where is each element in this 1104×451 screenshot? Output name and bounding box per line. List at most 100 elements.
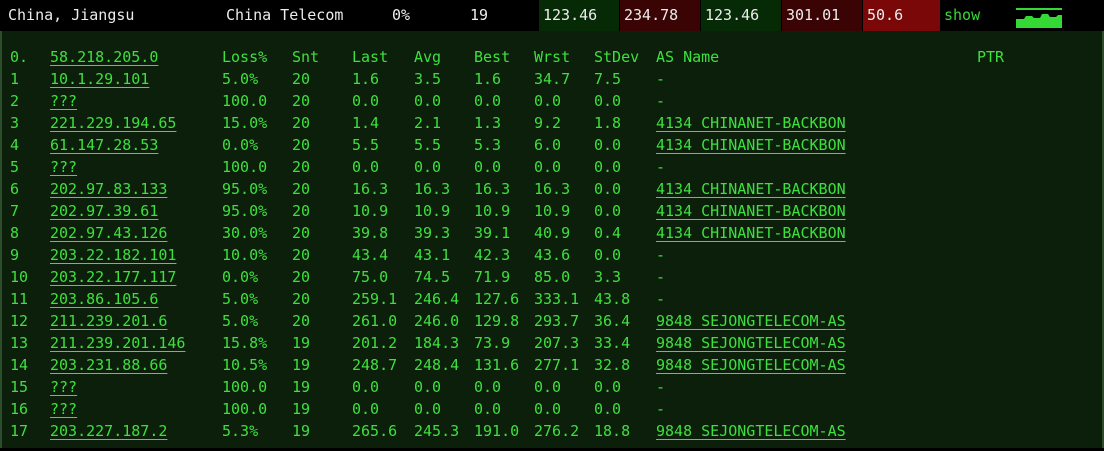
hop-avg: 0.0	[414, 400, 442, 418]
hop-index: 12	[10, 312, 29, 330]
header-avg: Avg	[414, 48, 442, 66]
hop-index: 16	[10, 400, 29, 418]
hop-host-link[interactable]: ???	[50, 90, 77, 112]
hop-avg: 2.1	[414, 114, 442, 132]
hop-row: 15??? 100.0 19 0.0 0.0 0.0 0.0 0.0 -	[2, 376, 1102, 398]
hop-index: 14	[10, 356, 29, 374]
hop-avg: 246.0	[414, 312, 460, 330]
hop-host-link[interactable]: 61.147.28.53	[50, 134, 158, 156]
hop-stdev: 0.0	[594, 136, 622, 154]
hop-row: 6 202.97.83.133 95.0% 20 16.3 16.3 16.3 16.3 0.0…	[2, 178, 1102, 200]
hop-loss: 5.0%	[222, 70, 259, 88]
hop-snt: 19	[292, 334, 311, 352]
hop-as-link[interactable]: 9848 SEJONGTELECOM-AS	[656, 332, 846, 354]
hop-host-link[interactable]: 221.229.194.65	[50, 112, 176, 134]
hop-host-link[interactable]: 203.227.187.2	[50, 420, 167, 442]
hop-last: 43.4	[352, 246, 389, 264]
hop-wrst: 34.7	[534, 70, 571, 88]
hop-wrst: 0.0	[534, 378, 562, 396]
hop-stdev: 1.8	[594, 114, 622, 132]
hop-host-link[interactable]: ???	[50, 376, 77, 398]
hop-best: 16.3	[474, 180, 511, 198]
hop-as-link[interactable]: 4134 CHINANET-BACKBON	[656, 222, 846, 244]
hop-host-link[interactable]: 211.239.201.146	[50, 332, 185, 354]
hop-loss: 10.0%	[222, 246, 268, 264]
hop-loss: 100.0	[222, 92, 268, 110]
hop-avg: 10.9	[414, 202, 451, 220]
hop-avg: 16.3	[414, 180, 451, 198]
hop-loss: 100.0	[222, 378, 268, 396]
hop-as-link[interactable]: 4134 CHINANET-BACKBON	[656, 134, 846, 156]
hop-as-link[interactable]: 9848 SEJONGTELECOM-AS	[656, 420, 846, 442]
hop-host-link[interactable]: 203.22.182.101	[50, 244, 176, 266]
hop-snt: 20	[292, 290, 311, 308]
hop-as-link[interactable]: 9848 SEJONGTELECOM-AS	[656, 310, 846, 332]
hop-host-link[interactable]: 10.1.29.101	[50, 68, 149, 90]
hop-best: 131.6	[474, 356, 520, 374]
hop-best: 0.0	[474, 158, 502, 176]
hop-row: 17 203.227.187.2 5.3% 19 265.6 245.3 191.0 276.…	[2, 420, 1102, 442]
hop-stdev: 43.8	[594, 290, 631, 308]
hop-as-link[interactable]: 4134 CHINANET-BACKBON	[656, 112, 846, 134]
hop-wrst: 10.9	[534, 202, 571, 220]
hop-row: 5??? 100.0 20 0.0 0.0 0.0 0.0 0.0 -	[2, 156, 1102, 178]
hop-loss: 0.0%	[222, 136, 259, 154]
hop-as-name: -	[656, 378, 666, 396]
header-last: Last	[352, 48, 389, 66]
hop-best: 0.0	[474, 378, 502, 396]
hop-last: 0.0	[352, 158, 380, 176]
hop-best: 0.0	[474, 400, 502, 418]
hop-index: 3	[10, 114, 20, 132]
hop-snt: 20	[292, 312, 311, 330]
hop-index: 1	[10, 70, 20, 88]
header-snt: Snt	[292, 48, 320, 66]
hop-last: 265.6	[352, 422, 398, 440]
show-link[interactable]: show	[944, 0, 980, 31]
hop-loss: 95.0%	[222, 202, 268, 220]
hop-last: 75.0	[352, 268, 389, 286]
hop-wrst: 0.0	[534, 92, 562, 110]
hop-stdev: 0.0	[594, 180, 622, 198]
hop-as-name: -	[656, 400, 666, 418]
hop-avg: 3.5	[414, 70, 442, 88]
hop-wrst: 277.1	[534, 356, 580, 374]
hop-wrst: 333.1	[534, 290, 580, 308]
hop-stdev: 0.0	[594, 202, 622, 220]
hop-as-link[interactable]: 4134 CHINANET-BACKBON	[656, 200, 846, 222]
hop-index: 6	[10, 180, 20, 198]
hop-host-link[interactable]: 203.86.105.6	[50, 288, 158, 310]
hop-loss: 100.0	[222, 158, 268, 176]
hop-host-link[interactable]: 202.97.43.126	[50, 222, 167, 244]
mtr-header-row: 0. 58.218.205.0 Loss% Snt Last Avg Best …	[2, 46, 1102, 68]
hop-snt: 19	[292, 400, 311, 418]
summary-loss: 0%	[392, 6, 411, 24]
hop-snt: 19	[292, 356, 311, 374]
hop-stdev: 36.4	[594, 312, 631, 330]
hop-last: 16.3	[352, 180, 389, 198]
hop-best: 191.0	[474, 422, 520, 440]
hop-host-link[interactable]: 211.239.201.6	[50, 310, 167, 332]
hop-host-link[interactable]: 202.97.39.61	[50, 200, 158, 222]
hop-as-name: -	[656, 268, 666, 286]
hop-avg: 246.4	[414, 290, 460, 308]
hop-wrst: 16.3	[534, 180, 571, 198]
hop-stdev: 18.8	[594, 422, 631, 440]
hop-as-link[interactable]: 9848 SEJONGTELECOM-AS	[656, 354, 846, 376]
summary-stdev: 50.6	[863, 0, 940, 31]
header-as-name: AS Name	[656, 48, 720, 66]
header-loss: Loss%	[222, 48, 268, 66]
hop-as-link[interactable]: 4134 CHINANET-BACKBON	[656, 178, 846, 200]
hop-host-link[interactable]: 203.22.177.117	[50, 266, 176, 288]
hop-index: 10	[10, 268, 29, 286]
hop-avg: 0.0	[414, 92, 442, 110]
hop-host-link[interactable]: ???	[50, 398, 77, 420]
hop-loss: 95.0%	[222, 180, 268, 198]
target-host-link[interactable]: 58.218.205.0	[50, 46, 158, 68]
hop-host-link[interactable]: ???	[50, 156, 77, 178]
hop-avg: 43.1	[414, 246, 451, 264]
hop-row: 1 10.1.29.101 5.0% 20 1.6 3.5 1.6 34.7 7.5 -	[2, 68, 1102, 90]
hop-host-link[interactable]: 202.97.83.133	[50, 178, 167, 200]
hop-loss: 15.8%	[222, 334, 268, 352]
hop-row: 4 61.147.28.53 0.0% 20 5.5 5.5 5.3 6.0 0.0 4134 C…	[2, 134, 1102, 156]
hop-host-link[interactable]: 203.231.88.66	[50, 354, 167, 376]
